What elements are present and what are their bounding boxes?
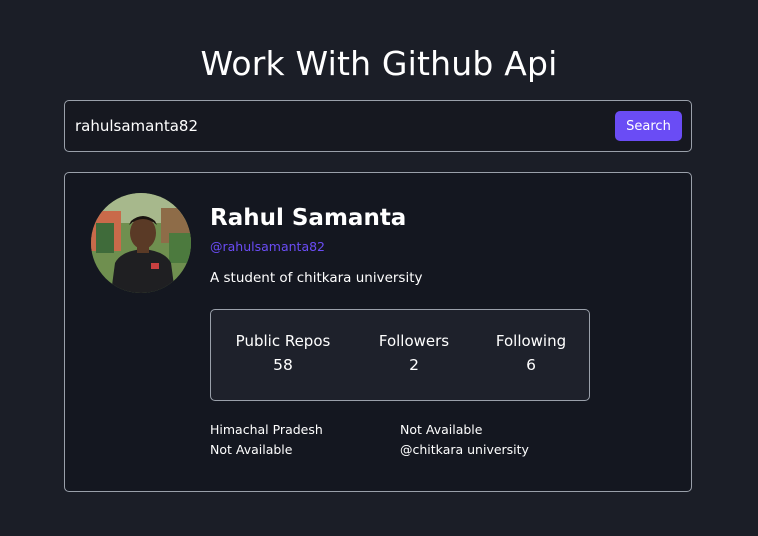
stat-label: Public Repos	[235, 332, 331, 350]
info-blog: Not Available	[400, 422, 483, 437]
stat-value: 2	[409, 356, 419, 374]
search-input[interactable]	[75, 114, 595, 138]
info-twitter: Not Available	[210, 442, 293, 457]
stats-panel: Public Repos 58 Followers 2 Following 6	[210, 309, 590, 401]
stat-following: Following 6	[471, 332, 591, 374]
stat-value: 6	[526, 356, 536, 374]
search-bar: Search	[64, 100, 692, 152]
info-company: @chitkara university	[400, 442, 529, 457]
stat-label: Following	[495, 332, 567, 350]
profile-handle-link[interactable]: @rahulsamanta82	[210, 239, 325, 254]
stat-value: 58	[273, 356, 293, 374]
info-location: Himachal Pradesh	[210, 422, 323, 437]
stat-followers: Followers 2	[354, 332, 474, 374]
profile-card: Rahul Samanta @rahulsamanta82 A student …	[64, 172, 692, 492]
profile-bio: A student of chitkara university	[210, 270, 423, 286]
stat-label: Followers	[378, 332, 450, 350]
search-button[interactable]: Search	[615, 111, 682, 141]
stat-public-repos: Public Repos 58	[223, 332, 343, 374]
profile-name: Rahul Samanta	[210, 205, 407, 231]
avatar	[91, 193, 191, 293]
page-title: Work With Github Api	[200, 44, 558, 83]
